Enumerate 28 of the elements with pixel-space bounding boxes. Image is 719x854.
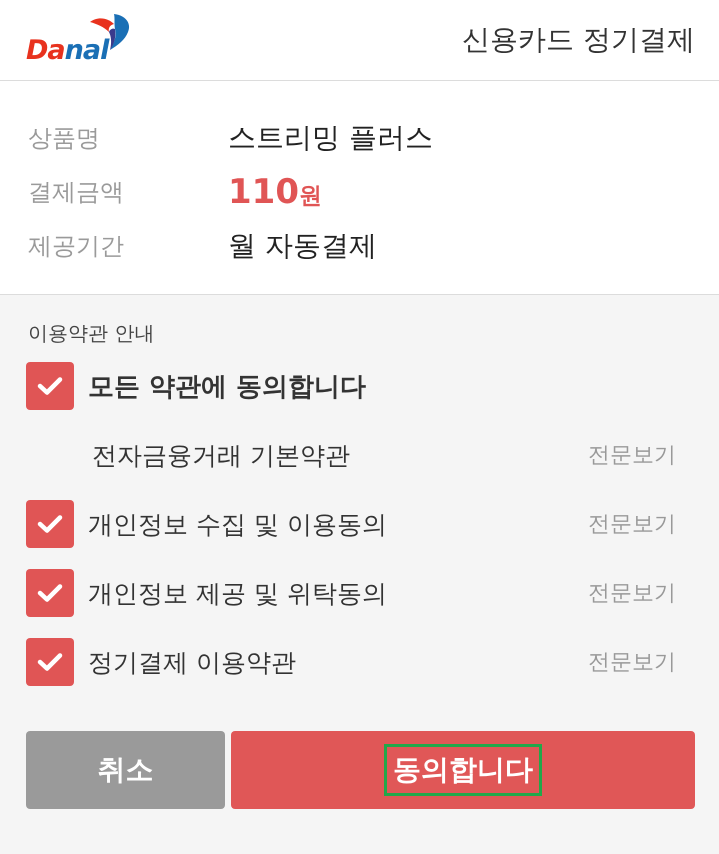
- view-full-link[interactable]: 전문보기: [588, 647, 676, 677]
- checkmark-icon: [37, 514, 63, 534]
- checkbox[interactable]: [26, 638, 74, 686]
- agree-all-label: 모든 약관에 동의합니다: [88, 370, 368, 404]
- checkmark-icon: [37, 376, 63, 396]
- view-full-link[interactable]: 전문보기: [588, 578, 676, 608]
- product-value: 월 자동결제: [228, 228, 377, 264]
- checkmark-icon: [37, 652, 63, 672]
- product-value: 스트리밍 플러스: [228, 120, 433, 156]
- terms-label: 정기결제 이용약관: [88, 646, 297, 678]
- terms-label: 전자금융거래 기본약관: [92, 440, 351, 472]
- confirm-button[interactable]: 동의합니다: [231, 731, 695, 809]
- product-label: 결제금액: [28, 177, 125, 208]
- terms-label: 개인정보 제공 및 위탁동의: [88, 578, 388, 610]
- checkbox[interactable]: [26, 569, 74, 617]
- cancel-button[interactable]: 취소: [26, 731, 225, 809]
- terms-heading: 이용약관 안내: [28, 320, 156, 347]
- page-title: 신용카드 정기결제: [462, 22, 695, 58]
- view-full-link[interactable]: 전문보기: [588, 509, 676, 539]
- checkbox[interactable]: [26, 362, 74, 410]
- logo-wordmark: Danal: [26, 37, 108, 68]
- price-amount: 110원: [228, 172, 322, 212]
- product-label: 상품명: [28, 123, 101, 154]
- checkbox[interactable]: [26, 500, 74, 548]
- product-label: 제공기간: [28, 231, 125, 262]
- terms-label: 개인정보 수집 및 이용동의: [88, 508, 388, 540]
- view-full-link[interactable]: 전문보기: [588, 440, 676, 470]
- checkmark-icon: [37, 583, 63, 603]
